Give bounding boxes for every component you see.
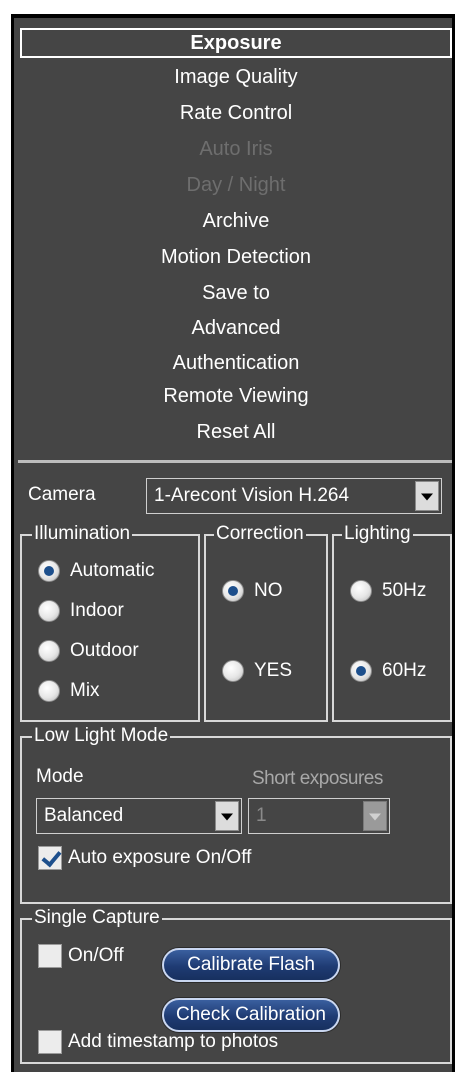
radio-label: Mix <box>70 680 100 701</box>
menu-item-reset-all[interactable]: Reset All <box>20 417 452 447</box>
menu-item-authentication[interactable]: Authentication <box>20 348 452 378</box>
low-light-mode-group: Low Light Mode Mode Short exposures Bala… <box>20 725 452 904</box>
radio-icon[interactable] <box>222 580 244 602</box>
illumination-title: Illumination <box>32 523 133 545</box>
menu-item-advanced[interactable]: Advanced <box>20 313 452 343</box>
radio-icon[interactable] <box>350 660 372 682</box>
calibrate-flash-button[interactable]: Calibrate Flash <box>162 948 340 982</box>
single-capture-title: Single Capture <box>32 907 162 929</box>
menu-item-image-quality[interactable]: Image Quality <box>20 62 452 92</box>
low-light-mode-title: Low Light Mode <box>32 725 171 747</box>
short-exposures-value: 1 <box>256 805 267 826</box>
auto-exposure-label: Auto exposure On/Off <box>68 847 252 868</box>
menu-item-day-night: Day / Night <box>186 174 286 196</box>
correction-title: Correction <box>214 523 306 545</box>
lighting-title: Lighting <box>342 523 413 545</box>
correction-yes-radio[interactable]: YES <box>222 660 292 682</box>
add-timestamp-label: Add timestamp to photos <box>68 1031 279 1052</box>
menu-separator <box>18 460 452 463</box>
menu-item-save-to[interactable]: Save to <box>20 278 452 308</box>
camera-dropdown-value: 1-Arecont Vision H.264 <box>154 485 350 506</box>
lighting-group: Lighting 50Hz 60Hz <box>332 523 452 722</box>
illumination-indoor-radio[interactable]: Indoor <box>38 600 124 622</box>
radio-icon[interactable] <box>38 640 60 662</box>
menu-item-motion-detection[interactable]: Motion Detection <box>20 242 452 272</box>
camera-label: Camera <box>28 484 96 505</box>
menu-item-archive[interactable]: Archive <box>20 206 452 236</box>
menu-item-rate-control[interactable]: Rate Control <box>20 98 452 128</box>
mode-dropdown[interactable]: Balanced <box>36 798 242 834</box>
chevron-down-icon[interactable] <box>215 801 239 831</box>
illumination-mix-radio[interactable]: Mix <box>38 680 100 702</box>
illumination-group: Illumination Automatic Indoor Outdoor Mi… <box>20 523 200 722</box>
chevron-down-icon <box>363 801 387 831</box>
single-capture-onoff-checkbox[interactable]: On/Off <box>38 944 124 968</box>
radio-icon[interactable] <box>38 560 60 582</box>
radio-icon[interactable] <box>222 660 244 682</box>
checkbox-icon[interactable] <box>38 944 62 968</box>
auto-exposure-checkbox[interactable]: Auto exposure On/Off <box>38 846 251 870</box>
correction-group: Correction NO YES <box>204 523 328 722</box>
check-calibration-button[interactable]: Check Calibration <box>162 998 340 1032</box>
radio-label: 50Hz <box>382 580 427 601</box>
menu-item-exposure[interactable]: Exposure <box>20 28 452 58</box>
radio-icon[interactable] <box>350 580 372 602</box>
lighting-60hz-radio[interactable]: 60Hz <box>350 660 426 682</box>
mode-dropdown-value: Balanced <box>44 805 124 826</box>
radio-label: NO <box>254 580 283 601</box>
short-exposures-label: Short exposures <box>252 768 383 789</box>
menu-item-remote-viewing[interactable]: Remote Viewing <box>20 381 452 411</box>
camera-dropdown[interactable]: 1-Arecont Vision H.264 <box>146 478 442 514</box>
radio-icon[interactable] <box>38 600 60 622</box>
add-timestamp-checkbox[interactable]: Add timestamp to photos <box>38 1030 278 1054</box>
radio-label: Automatic <box>70 560 155 581</box>
short-exposures-dropdown: 1 <box>248 798 390 834</box>
menu-item-auto-iris: Auto Iris <box>199 138 273 160</box>
radio-label: Outdoor <box>70 640 139 661</box>
single-capture-onoff-label: On/Off <box>68 945 124 966</box>
radio-label: YES <box>254 660 293 681</box>
exposure-settings-panel: Exposure Image Quality Rate Control Auto… <box>11 14 455 1072</box>
mode-label: Mode <box>36 766 84 787</box>
panel-top-border <box>14 14 452 18</box>
radio-label: 60Hz <box>382 660 427 681</box>
lighting-50hz-radio[interactable]: 50Hz <box>350 580 426 602</box>
single-capture-group: Single Capture On/Off Calibrate Flash Ch… <box>20 907 452 1064</box>
correction-no-radio[interactable]: NO <box>222 580 283 602</box>
checkbox-icon[interactable] <box>38 1030 62 1054</box>
radio-label: Indoor <box>70 600 124 621</box>
radio-icon[interactable] <box>38 680 60 702</box>
illumination-outdoor-radio[interactable]: Outdoor <box>38 640 139 662</box>
illumination-automatic-radio[interactable]: Automatic <box>38 560 154 582</box>
chevron-down-icon[interactable] <box>415 481 439 511</box>
checkbox-icon[interactable] <box>38 846 62 870</box>
